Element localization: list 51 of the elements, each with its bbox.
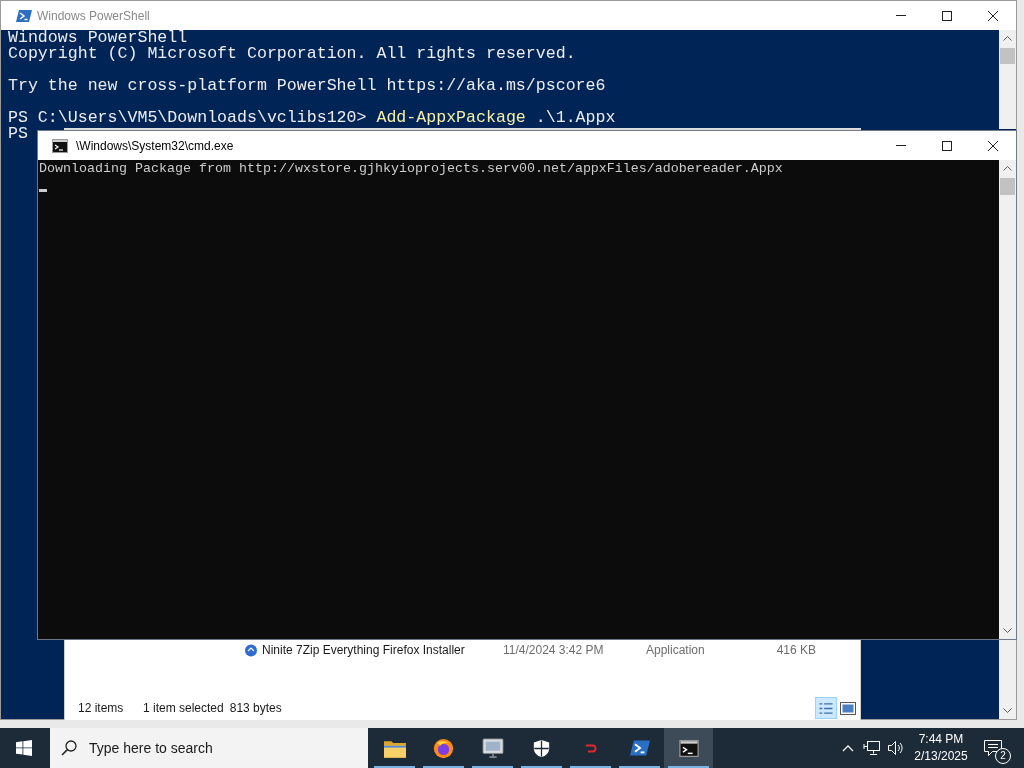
hook-icon [584, 743, 597, 753]
chevron-up-icon[interactable] [842, 744, 854, 752]
scroll-down-icon[interactable] [1003, 628, 1012, 633]
minimize-icon [896, 15, 906, 16]
console-line: PS C:\Users\VM5\Downloads\vclibs120> Add-AppxPackage .\1.Appx [8, 110, 616, 126]
scroll-thumb[interactable] [1000, 48, 1015, 64]
maximize-icon [942, 140, 952, 151]
console-line: Windows PowerShell [8, 30, 188, 46]
prompt-icon [16, 7, 32, 24]
scroll-up-icon[interactable] [1003, 166, 1012, 171]
file-icon [244, 643, 258, 657]
scroll-down-icon[interactable] [1003, 708, 1012, 713]
swirl-icon [433, 737, 454, 759]
list-icon [818, 701, 834, 715]
minimize-icon [896, 145, 906, 146]
selection-size: 813 bytes [229, 701, 282, 715]
picture-icon [840, 701, 856, 715]
console-line: Downloading Package from http://wxstore.gjhkyioprojects.serv00.net/appxFiles/adobereader.Appx [39, 161, 783, 177]
console-icon [52, 138, 68, 153]
console-line: PS [8, 126, 28, 142]
scrollbar[interactable] [999, 30, 1016, 129]
scrollbar[interactable] [999, 160, 1016, 639]
notification-count: 2 [995, 748, 1011, 764]
search-field[interactable]: Type here to search [50, 728, 368, 768]
prompt-icon [629, 738, 650, 758]
scrollbar[interactable] [999, 640, 1016, 719]
file-name[interactable]: Ninite 7Zip Everything Firefox Installer [262, 643, 503, 657]
monitor-icon [481, 738, 504, 758]
selection-info: 1 item selected [143, 701, 224, 715]
shield-icon [533, 738, 550, 758]
taskbar-button[interactable] [664, 728, 713, 768]
maximize-icon [942, 10, 952, 21]
file-size: 416 KB [776, 643, 816, 657]
clock-button[interactable]: 7:44 PM 2/13/2025 [912, 728, 970, 768]
window-title: Windows PowerShell [37, 8, 150, 23]
folder-icon [383, 738, 406, 758]
search-icon [61, 740, 77, 756]
four-panes-icon [16, 740, 32, 756]
item-count: 12 items [78, 701, 125, 715]
network-icon[interactable] [863, 740, 881, 756]
close-icon [988, 140, 998, 151]
console-line: Copyright (C) Microsoft Corporation. All rights reserved. [8, 46, 576, 62]
speaker-icon[interactable] [887, 740, 905, 756]
file-date: 11/4/2024 3:42 PM [503, 643, 605, 657]
file-type: Application [646, 643, 706, 657]
scroll-up-icon[interactable] [1003, 36, 1012, 41]
scroll-thumb[interactable] [1000, 178, 1015, 195]
close-icon [988, 10, 998, 21]
console-line: Try the new cross-platform PowerShell https://aka.ms/pscore6 [8, 78, 606, 94]
window-title: \Windows\System32\cmd.exe [76, 138, 234, 153]
console-icon [678, 739, 699, 757]
